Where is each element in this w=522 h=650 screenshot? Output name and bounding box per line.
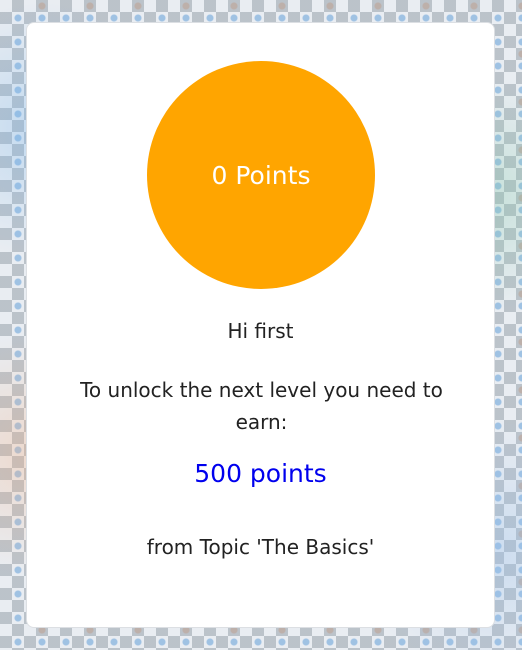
points-value: 0 Points (211, 160, 311, 190)
app-background: { "points_display": "0 Points", "greetin… (0, 0, 522, 650)
required-points: 500 points (194, 459, 327, 488)
unlock-message: To unlock the next level you need to ear… (80, 378, 443, 434)
greeting-text: Hi first (227, 319, 294, 343)
points-circle: 0 Points (147, 61, 375, 289)
topic-line: from Topic 'The Basics' (146, 535, 375, 559)
level-progress-card: 0 Points Hi first To unlock the next lev… (26, 22, 495, 628)
